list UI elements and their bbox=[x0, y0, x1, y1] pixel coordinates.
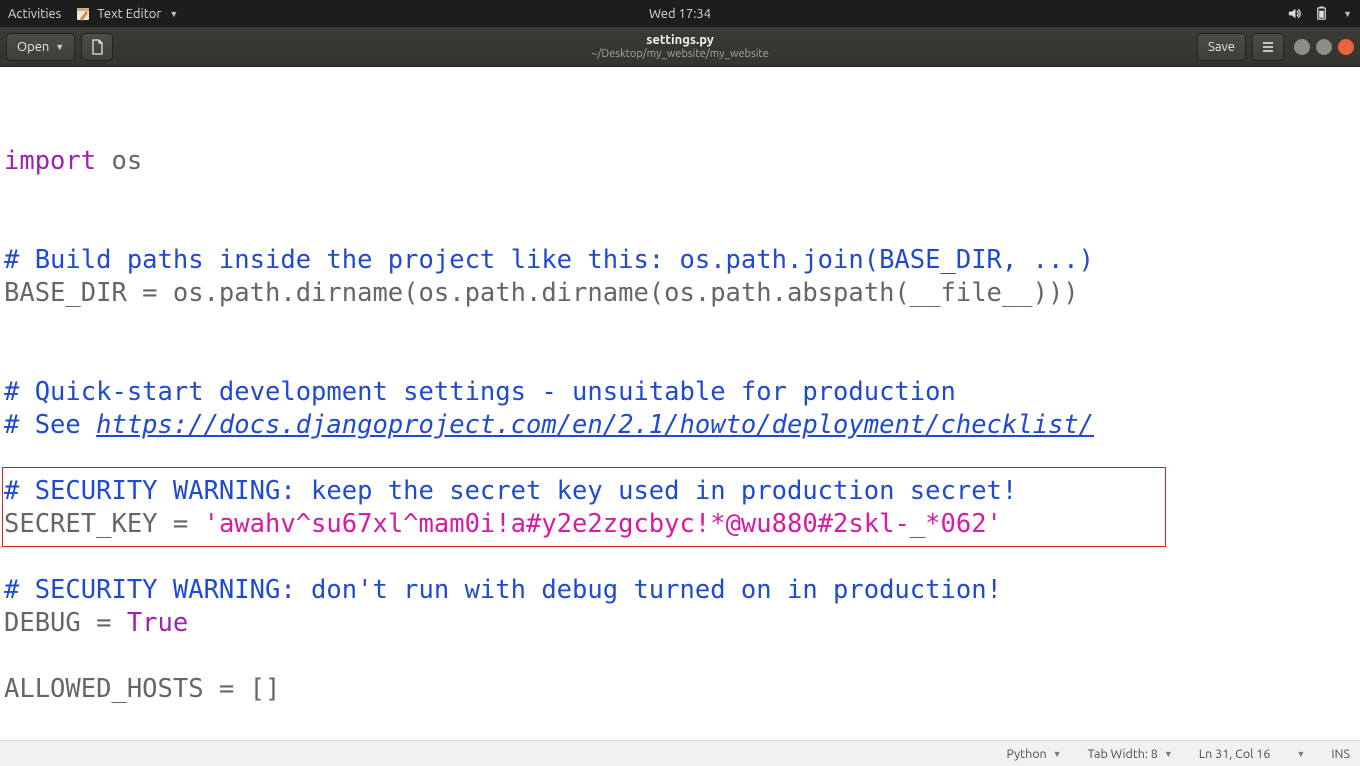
insert-mode-label: INS bbox=[1331, 747, 1350, 761]
save-button-label: Save bbox=[1208, 40, 1235, 54]
headerbar-right: Save bbox=[1197, 33, 1354, 61]
window-maximize-button[interactable] bbox=[1316, 39, 1332, 55]
chevron-down-icon[interactable]: ▼ bbox=[1296, 749, 1305, 759]
chevron-down-icon: ▼ bbox=[1343, 9, 1352, 19]
code-comment: # Quick-start development settings - uns… bbox=[4, 377, 956, 407]
new-document-button[interactable] bbox=[81, 33, 113, 61]
volume-icon bbox=[1287, 6, 1302, 21]
text-editor-icon bbox=[75, 6, 91, 22]
chevron-down-icon: ▼ bbox=[55, 42, 64, 52]
code-comment: # SECURITY WARNING: don't run with debug… bbox=[4, 575, 1002, 605]
window-close-button[interactable] bbox=[1338, 39, 1354, 55]
document-path: ~/Desktop/my_website/my_website bbox=[591, 48, 769, 61]
statusbar: Python ▼ Tab Width: 8 ▼ Ln 31, Col 16 ▼ … bbox=[0, 740, 1360, 766]
code-comment: # Build paths inside the project like th… bbox=[4, 245, 1094, 275]
panel-clock[interactable]: Wed 17:34 bbox=[649, 7, 711, 21]
activities-button[interactable]: Activities bbox=[8, 7, 61, 21]
app-menu[interactable]: Text Editor ▼ bbox=[75, 6, 178, 22]
code-keyword: import bbox=[4, 146, 96, 176]
window-minimize-button[interactable] bbox=[1294, 39, 1310, 55]
chevron-down-icon: ▼ bbox=[1164, 749, 1173, 759]
save-button[interactable]: Save bbox=[1197, 33, 1246, 61]
language-selector[interactable]: Python ▼ bbox=[1007, 747, 1062, 761]
insert-mode[interactable]: INS bbox=[1331, 747, 1350, 761]
code-string: 'awahv^su67xl^mam0i!a#y2e2zgcbyc!*@wu880… bbox=[204, 509, 1002, 539]
app-menu-label: Text Editor bbox=[97, 7, 161, 21]
tab-width-label: Tab Width: 8 bbox=[1088, 747, 1158, 761]
open-button[interactable]: Open ▼ bbox=[6, 33, 75, 61]
headerbar: Open ▼ settings.py ~/Desktop/my_website/… bbox=[0, 27, 1360, 67]
chevron-down-icon: ▼ bbox=[169, 9, 178, 19]
source-code[interactable]: import os # Build paths inside the proje… bbox=[0, 67, 1360, 740]
code-text: BASE_DIR = os.path.dirname(os.path.dirna… bbox=[4, 278, 1079, 308]
code-text: ALLOWED_HOSTS = [] bbox=[4, 674, 280, 704]
hamburger-icon bbox=[1260, 39, 1276, 55]
tab-width-selector[interactable]: Tab Width: 8 ▼ bbox=[1088, 747, 1173, 761]
gnome-top-panel: Activities Text Editor ▼ Wed 17:34 ▼ bbox=[0, 0, 1360, 27]
text-editor-view[interactable]: import os # Build paths inside the proje… bbox=[0, 67, 1360, 740]
language-label: Python bbox=[1007, 747, 1047, 761]
chevron-down-icon: ▼ bbox=[1053, 749, 1062, 759]
code-comment: # SECURITY WARNING: keep the secret key … bbox=[4, 476, 1017, 506]
cursor-position-label: Ln 31, Col 16 bbox=[1199, 747, 1271, 761]
headerbar-title-group: settings.py ~/Desktop/my_website/my_webs… bbox=[591, 33, 769, 61]
window-controls bbox=[1294, 39, 1354, 55]
code-text: os bbox=[96, 146, 142, 176]
code-url: https://docs.djangoproject.com/en/2.1/ho… bbox=[96, 410, 1094, 440]
code-comment: # See https://docs.djangoproject.com/en/… bbox=[4, 410, 1094, 440]
panel-left: Activities Text Editor ▼ bbox=[8, 6, 178, 22]
code-text: DEBUG = bbox=[4, 608, 127, 638]
cursor-position: Ln 31, Col 16 bbox=[1199, 747, 1271, 761]
menu-button[interactable] bbox=[1252, 33, 1284, 61]
open-button-label: Open bbox=[17, 40, 49, 54]
new-document-icon bbox=[89, 39, 105, 55]
code-comment-prefix: # See bbox=[4, 410, 96, 440]
code-boolean: True bbox=[127, 608, 188, 638]
panel-status-area[interactable]: ▼ bbox=[1287, 6, 1352, 21]
code-text: SECRET_KEY = bbox=[4, 509, 204, 539]
battery-icon bbox=[1314, 6, 1329, 21]
document-title: settings.py bbox=[591, 33, 769, 48]
